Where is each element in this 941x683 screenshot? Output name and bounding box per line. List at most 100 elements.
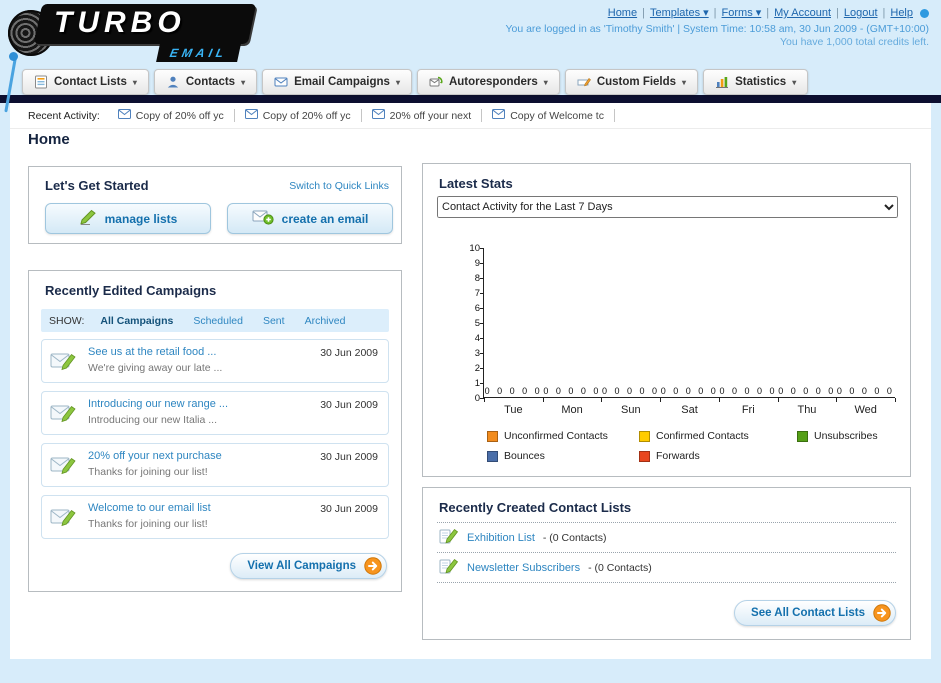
get-started-panel: Let's Get Started Switch to Quick Links …	[28, 166, 402, 244]
stats-range-select[interactable]: Contact Activity for the Last 7 Days	[437, 196, 898, 218]
campaign-list-item[interactable]: 20% off your next purchase Thanks for joi…	[41, 443, 389, 487]
tab-label: Custom Fields	[596, 76, 677, 88]
chevron-down-icon: ▾	[395, 77, 400, 87]
campaign-subtitle: We're giving away our late ...	[88, 362, 223, 374]
view-all-campaigns-button[interactable]: View All Campaigns	[230, 553, 387, 579]
manage-lists-button[interactable]: manage lists	[45, 203, 211, 234]
campaign-title-link[interactable]: Welcome to our email list	[88, 502, 211, 514]
campaign-list-item[interactable]: Introducing our new range ... Introducing…	[41, 391, 389, 435]
campaign-date: 30 Jun 2009	[320, 503, 378, 515]
credits-info: You have 1,000 total credits left.	[779, 36, 929, 48]
recent-activity-item[interactable]: 20% off your next	[362, 109, 483, 122]
campaign-text: See us at the retail food ... We're givin…	[88, 346, 222, 374]
link-separator: |	[836, 7, 839, 19]
campaign-title-link[interactable]: 20% off your next purchase	[88, 450, 222, 462]
login-info: You are logged in as 'Timothy Smith' | S…	[505, 23, 929, 35]
top-link-forms[interactable]: Forms ▾	[722, 7, 762, 19]
recent-activity-items: Copy of 20% off yc Copy of 20% off yc 20% …	[108, 108, 615, 124]
tab-autoresponders[interactable]: Autoresponders ▾	[416, 69, 560, 95]
recent-activity-item[interactable]: Copy of 20% off yc	[235, 109, 362, 122]
link-separator: |	[766, 7, 770, 19]
envelope-plus-icon	[252, 209, 274, 228]
legend-label: Bounces	[504, 450, 545, 462]
view-all-campaigns-label: View All Campaigns	[247, 560, 356, 572]
campaign-title-link[interactable]: Introducing our new range ...	[88, 398, 228, 410]
contact-list-link[interactable]: Exhibition List	[467, 532, 535, 544]
get-started-buttons: manage lists create an email	[45, 203, 393, 234]
app-window: TURBO EMAIL Home | Templates ▾ | Forms ▾ | My …	[0, 0, 941, 683]
top-link-help[interactable]: Help	[890, 7, 913, 19]
recent-activity-item[interactable]: Copy of 20% off yc	[108, 109, 235, 122]
x-axis-tick	[718, 398, 720, 402]
campaign-text: Introducing our new range ... Introducing…	[88, 398, 228, 426]
legend-label: Forwards	[656, 450, 700, 462]
pencil-write-icon	[79, 209, 97, 228]
latest-stats-title: Latest Stats	[439, 176, 513, 191]
help-icon[interactable]	[920, 8, 929, 18]
campaign-title-link[interactable]: See us at the retail food ...	[88, 346, 216, 358]
campaign-list-item[interactable]: See us at the retail food ... We're givin…	[41, 339, 389, 383]
show-label: SHOW:	[49, 314, 85, 327]
campaign-list-item[interactable]: Welcome to our email list Thanks for join…	[41, 495, 389, 539]
chart-values: 0 0 0 0 0	[836, 386, 895, 396]
x-axis-tick	[601, 398, 603, 402]
chart-values: 0 0 0 0 0	[484, 386, 543, 396]
filter-archived[interactable]: Archived	[297, 315, 354, 327]
activity-text: Copy of 20% off yc	[135, 109, 224, 122]
campaigns-title: Recently Edited Campaigns	[45, 283, 217, 298]
link-separator: |	[713, 7, 717, 19]
nav-tabs: Contact Lists ▾ Contacts ▾ Email Campaigns ▾ A…	[22, 69, 809, 95]
x-axis-tick	[836, 398, 838, 402]
legend-swatch	[797, 430, 808, 442]
chart-group: 0 0 0 0 0 Wed	[836, 248, 895, 416]
legend-item: Forwards	[639, 450, 797, 462]
recent-activity-item[interactable]: Copy of Welcome tc	[482, 109, 615, 122]
contact-list-item[interactable]: Exhibition List - (0 Contacts)	[437, 523, 896, 553]
tab-custom-fields[interactable]: Custom Fields ▾	[564, 69, 699, 95]
create-email-button[interactable]: create an email	[227, 203, 393, 234]
chart-group: 0 0 0 0 0 Mon	[543, 248, 602, 416]
chart-group: 0 0 0 0 0 Thu	[778, 248, 837, 416]
campaign-filters: All Campaigns Scheduled Sent Archived	[92, 315, 353, 327]
arrow-circle-icon	[364, 557, 382, 578]
campaign-date: 30 Jun 2009	[320, 399, 378, 411]
top-link-templates[interactable]: Templates ▾	[650, 7, 709, 19]
tab-label: Email Campaigns	[294, 76, 390, 88]
top-link-logout[interactable]: Logout	[844, 7, 878, 19]
filter-all-campaigns[interactable]: All Campaigns	[92, 315, 181, 327]
envelope-icon	[371, 109, 385, 122]
page-title: Home	[28, 131, 70, 148]
y-axis-label: 6	[474, 303, 480, 314]
campaign-text: Welcome to our email list Thanks for join…	[88, 502, 211, 530]
campaign-date: 30 Jun 2009	[320, 347, 378, 359]
see-all-contact-lists-button[interactable]: See All Contact Lists	[734, 600, 896, 626]
logo-dot-decoration	[9, 52, 18, 61]
app-logo[interactable]: TURBO EMAIL	[4, 4, 298, 113]
link-separator: |	[642, 7, 645, 19]
x-axis-label: Fri	[741, 404, 755, 416]
top-link-home[interactable]: Home	[608, 7, 637, 19]
campaign-subtitle: Introducing our new Italia ...	[88, 414, 217, 426]
tab-contacts[interactable]: Contacts ▾	[153, 69, 258, 95]
tab-label: Contact Lists	[54, 76, 127, 88]
filter-sent[interactable]: Sent	[255, 315, 293, 327]
link-separator: |	[882, 7, 886, 19]
tab-email-campaigns[interactable]: Email Campaigns ▾	[262, 69, 412, 95]
tab-statistics[interactable]: Statistics ▾	[703, 69, 809, 95]
contact-list-link[interactable]: Newsletter Subscribers	[467, 562, 580, 574]
chart-values: 0 0 0 0 0	[719, 386, 777, 396]
x-axis-tick	[484, 398, 485, 402]
recent-activity-bar: Recent Activity: Copy of 20% off yc Copy …	[10, 103, 931, 129]
legend-label: Confirmed Contacts	[656, 430, 749, 442]
y-axis-label: 4	[474, 333, 480, 344]
filter-scheduled[interactable]: Scheduled	[185, 315, 251, 327]
x-axis-tick	[895, 398, 896, 402]
tab-contact-lists[interactable]: Contact Lists ▾	[22, 69, 149, 95]
switch-to-quick-links-link[interactable]: Switch to Quick Links	[289, 180, 389, 192]
x-axis-label: Tue	[504, 404, 523, 416]
contact-list-item[interactable]: Newsletter Subscribers - (0 Contacts)	[437, 553, 896, 583]
envelope-icon	[117, 109, 131, 122]
contact-list-count: - (0 Contacts)	[588, 561, 652, 574]
logo-email-badge: EMAIL	[156, 44, 242, 62]
top-link-my-account[interactable]: My Account	[774, 7, 831, 19]
